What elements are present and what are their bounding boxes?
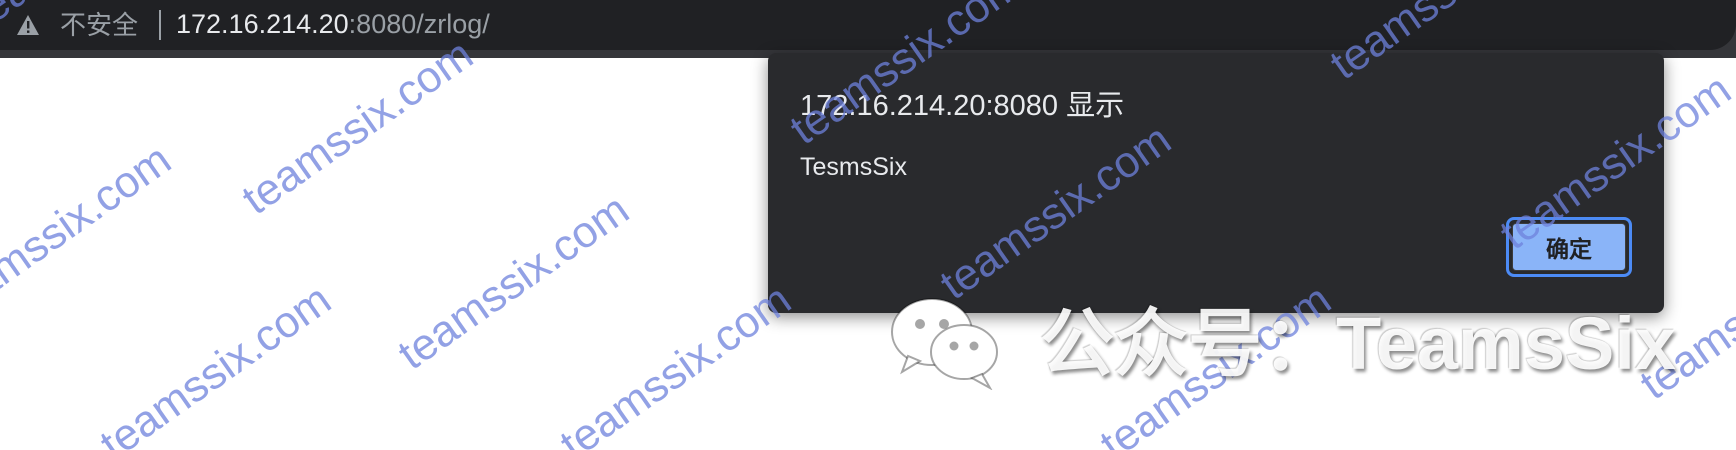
dialog-title: 172.16.214.20:8080 显示	[800, 90, 1125, 122]
browser-address-bar: 不安全 172.16.214.20:8080/zrlog/	[0, 0, 1736, 58]
watermark-text: teamssix.com	[91, 274, 340, 450]
url-path: :8080/zrlog/	[348, 9, 490, 39]
watermark-text: teamssix.com	[389, 184, 638, 380]
omnibox-divider	[159, 10, 161, 40]
watermark-text: teamssix.com	[233, 29, 482, 225]
dialog-message: TesmsSix	[800, 153, 907, 181]
ok-button-label: 确定	[1512, 223, 1626, 271]
watermark-text: teamssix.com	[551, 274, 800, 450]
url-text[interactable]: 172.16.214.20:8080/zrlog/	[176, 7, 490, 41]
alert-dialog: 172.16.214.20:8080 显示 TesmsSix 确定	[768, 53, 1664, 313]
warning-icon[interactable]	[16, 14, 40, 36]
url-host: 172.16.214.20	[176, 9, 349, 39]
omnibox[interactable]: 不安全 172.16.214.20:8080/zrlog/	[0, 0, 1736, 50]
ok-button[interactable]: 确定	[1506, 217, 1632, 277]
not-secure-label[interactable]: 不安全	[60, 8, 138, 42]
watermark-text: teamssix.com	[0, 134, 180, 330]
wechat-account-text: 公众号：TeamsSix	[1040, 302, 1677, 385]
